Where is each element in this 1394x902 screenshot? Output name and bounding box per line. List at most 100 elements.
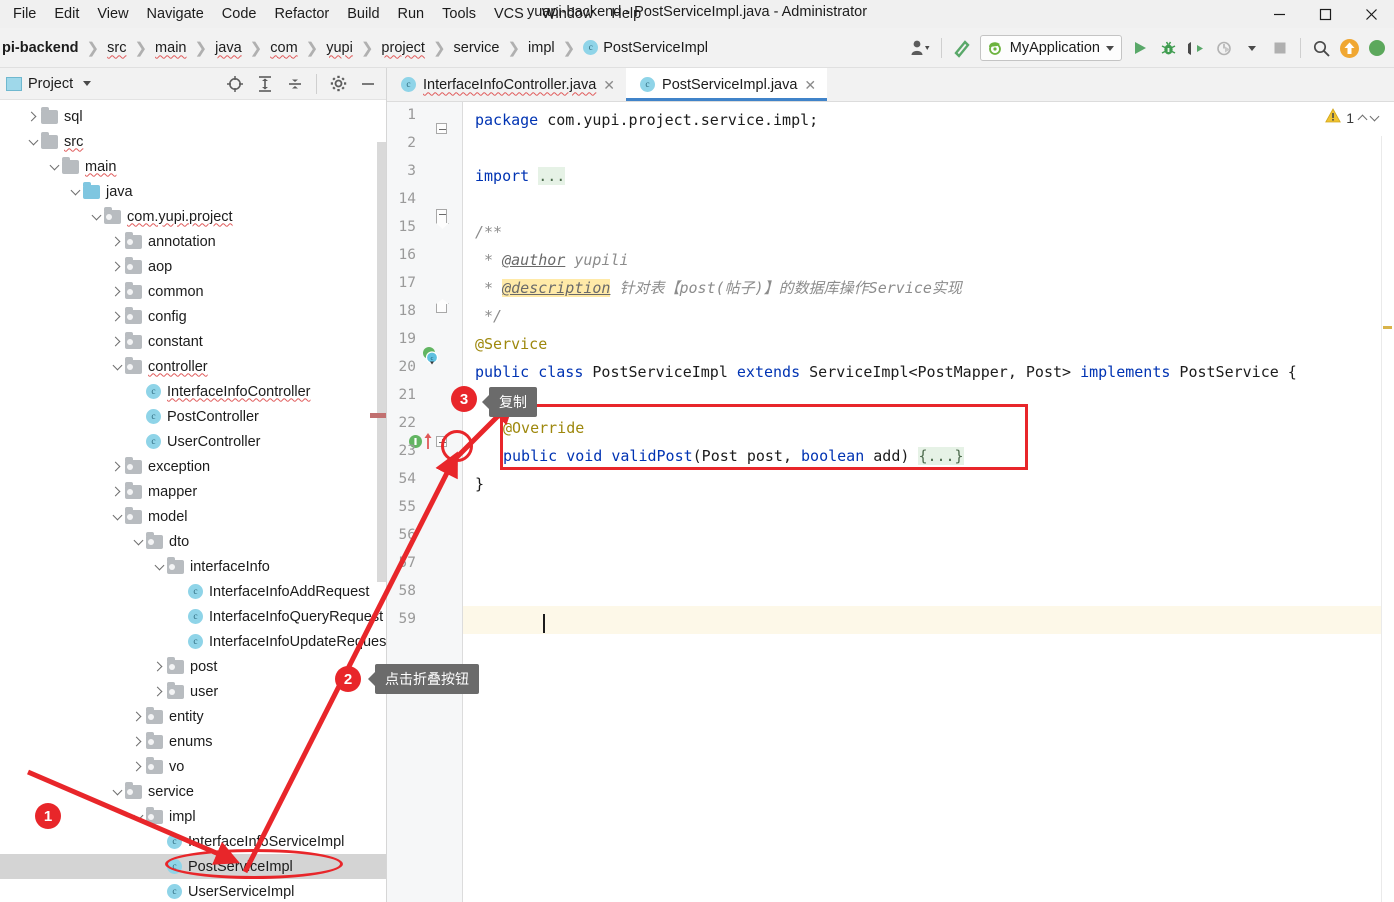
chevron-down-icon[interactable] — [130, 810, 146, 820]
chevron-down-icon[interactable] — [46, 160, 62, 170]
tree-item-common[interactable]: common — [0, 279, 386, 304]
locate-icon[interactable] — [221, 71, 249, 97]
close-icon[interactable] — [1348, 0, 1394, 28]
menu-code[interactable]: Code — [213, 2, 266, 26]
breadcrumb-current-class[interactable]: c PostServiceImpl — [581, 40, 710, 56]
chevron-down-icon[interactable] — [130, 535, 146, 545]
tree-item-mapper[interactable]: mapper — [0, 479, 386, 504]
hide-panel-icon[interactable] — [354, 71, 382, 97]
chevron-down-icon[interactable] — [1369, 111, 1380, 122]
tree-item-postserviceimpl[interactable]: c PostServiceImpl — [0, 854, 386, 879]
tree-item-interfaceinfoaddrequest[interactable]: c InterfaceInfoAddRequest — [0, 579, 386, 604]
collapse-all-icon[interactable] — [281, 71, 309, 97]
maximize-icon[interactable] — [1302, 0, 1348, 28]
chevron-right-icon[interactable] — [109, 261, 125, 272]
code-line-15[interactable]: /** — [475, 218, 502, 246]
menu-navigate[interactable]: Navigate — [138, 2, 213, 26]
code-line-3[interactable]: import ... — [475, 162, 566, 190]
code-line-54[interactable]: } — [475, 470, 484, 498]
menu-run[interactable]: Run — [389, 2, 434, 26]
code-editor[interactable]: c 1 2 3 14 15 16 17 18 19 20 21 22 23 54 55 — [387, 102, 1394, 902]
close-icon[interactable]: ✕ — [804, 78, 816, 92]
code-line-22[interactable]: @Override — [503, 414, 584, 442]
chevron-down-icon[interactable] — [25, 135, 41, 145]
minimize-icon[interactable] — [1256, 0, 1302, 28]
chevron-right-icon[interactable] — [109, 286, 125, 297]
tree-item-dto[interactable]: dto — [0, 529, 386, 554]
chevron-right-icon[interactable] — [130, 761, 146, 772]
search-everywhere-icon[interactable] — [1308, 34, 1334, 62]
chevron-right-icon[interactable] — [109, 486, 125, 497]
tree-item-com-yupi-project[interactable]: com.yupi.project — [0, 204, 386, 229]
fold-plus-line-3[interactable] — [436, 123, 447, 134]
chevron-right-icon[interactable] — [109, 311, 125, 322]
code-line-18[interactable]: */ — [475, 302, 502, 330]
chevron-right-icon[interactable] — [130, 736, 146, 747]
menu-edit[interactable]: Edit — [45, 2, 88, 26]
breadcrumb-item-6[interactable]: project — [379, 40, 427, 56]
chevron-down-icon[interactable] — [151, 560, 167, 570]
tree-item-constant[interactable]: constant — [0, 329, 386, 354]
class-implemented-icon-line-20[interactable]: c — [421, 346, 440, 370]
chevron-right-icon[interactable] — [109, 236, 125, 247]
update-project-icon[interactable] — [1336, 34, 1362, 62]
chevron-down-icon[interactable] — [67, 185, 83, 195]
tab-postserviceimpl[interactable]: c PostServiceImpl.java ✕ — [626, 68, 828, 101]
breadcrumb-item-5[interactable]: yupi — [324, 40, 355, 56]
tree-item-interfaceinfoupdaterequest[interactable]: c InterfaceInfoUpdateRequest — [0, 629, 386, 654]
chevron-right-icon[interactable] — [25, 111, 41, 122]
tree-item-interfaceinfo[interactable]: interfaceInfo — [0, 554, 386, 579]
tree-item-vo[interactable]: vo — [0, 754, 386, 779]
chevron-right-icon[interactable] — [109, 336, 125, 347]
breadcrumb-item-0[interactable]: pi-backend — [0, 40, 81, 56]
profiler-dropdown-icon[interactable] — [1239, 34, 1265, 62]
code-line-20[interactable]: public class PostServiceImpl extends Ser… — [475, 358, 1297, 386]
chevron-up-icon[interactable] — [1357, 114, 1368, 125]
stop-icon[interactable] — [1267, 34, 1293, 62]
tree-item-main[interactable]: main — [0, 154, 386, 179]
chevron-down-icon[interactable] — [109, 785, 125, 795]
editor-marker-bar[interactable] — [1381, 136, 1394, 902]
breadcrumb-item-7[interactable]: service — [452, 40, 502, 56]
tree-item-config[interactable]: config — [0, 304, 386, 329]
project-tree[interactable]: sql src main java com.yupi.project annotation… — [0, 100, 386, 900]
tree-item-interfaceinfoqueryrequest[interactable]: c InterfaceInfoQueryRequest — [0, 604, 386, 629]
tree-item-post[interactable]: post — [0, 654, 386, 679]
code-line-1[interactable]: package com.yupi.project.service.impl; — [475, 106, 818, 134]
menu-tools[interactable]: Tools — [433, 2, 485, 26]
tree-item-usercontroller[interactable]: c UserController — [0, 429, 386, 454]
chevron-right-icon[interactable] — [109, 461, 125, 472]
chevron-right-icon[interactable] — [151, 686, 167, 697]
breadcrumb-item-2[interactable]: main — [153, 40, 188, 56]
implementing-method-arrow-icon[interactable] — [423, 432, 433, 455]
tree-item-interfaceinfoserviceimpl[interactable]: c InterfaceInfoServiceImpl — [0, 829, 386, 854]
tree-item-interfaceinfocontroller[interactable]: c InterfaceInfoController — [0, 379, 386, 404]
debug-icon[interactable] — [1155, 34, 1181, 62]
tree-item-aop[interactable]: aop — [0, 254, 386, 279]
menu-refactor[interactable]: Refactor — [265, 2, 338, 26]
breadcrumb-item-4[interactable]: com — [268, 40, 299, 56]
tree-item-annotation[interactable]: annotation — [0, 229, 386, 254]
user-profile-icon[interactable] — [908, 34, 934, 62]
menu-view[interactable]: View — [88, 2, 137, 26]
chevron-down-icon[interactable] — [109, 510, 125, 520]
chevron-down-icon[interactable] — [109, 360, 125, 370]
profiler-icon[interactable] — [1211, 34, 1237, 62]
chevron-down-icon[interactable] — [83, 81, 92, 86]
fold-column[interactable] — [430, 102, 456, 902]
run-with-coverage-icon[interactable] — [1183, 34, 1209, 62]
inspection-widget[interactable]: 1 — [1325, 108, 1380, 128]
breadcrumb-item-1[interactable]: src — [105, 40, 128, 56]
breadcrumb-item-3[interactable]: java — [213, 40, 244, 56]
notifications-icon[interactable] — [1364, 34, 1390, 62]
tree-item-controller[interactable]: controller — [0, 354, 386, 379]
tab-interfaceinfocontroller[interactable]: c InterfaceInfoController.java ✕ — [387, 68, 627, 101]
code-line-17[interactable]: * @description 针对表【post(帖子)】的数据库操作Servic… — [475, 274, 962, 302]
menu-file[interactable]: File — [4, 2, 45, 26]
menu-build[interactable]: Build — [338, 2, 388, 26]
code-content[interactable]: package com.yupi.project.service.impl; im… — [463, 102, 1394, 902]
chevron-down-icon[interactable] — [88, 210, 104, 220]
fold-plus-line-23[interactable] — [436, 436, 447, 447]
code-line-19[interactable]: @Service — [475, 330, 547, 358]
close-icon[interactable]: ✕ — [603, 78, 615, 92]
